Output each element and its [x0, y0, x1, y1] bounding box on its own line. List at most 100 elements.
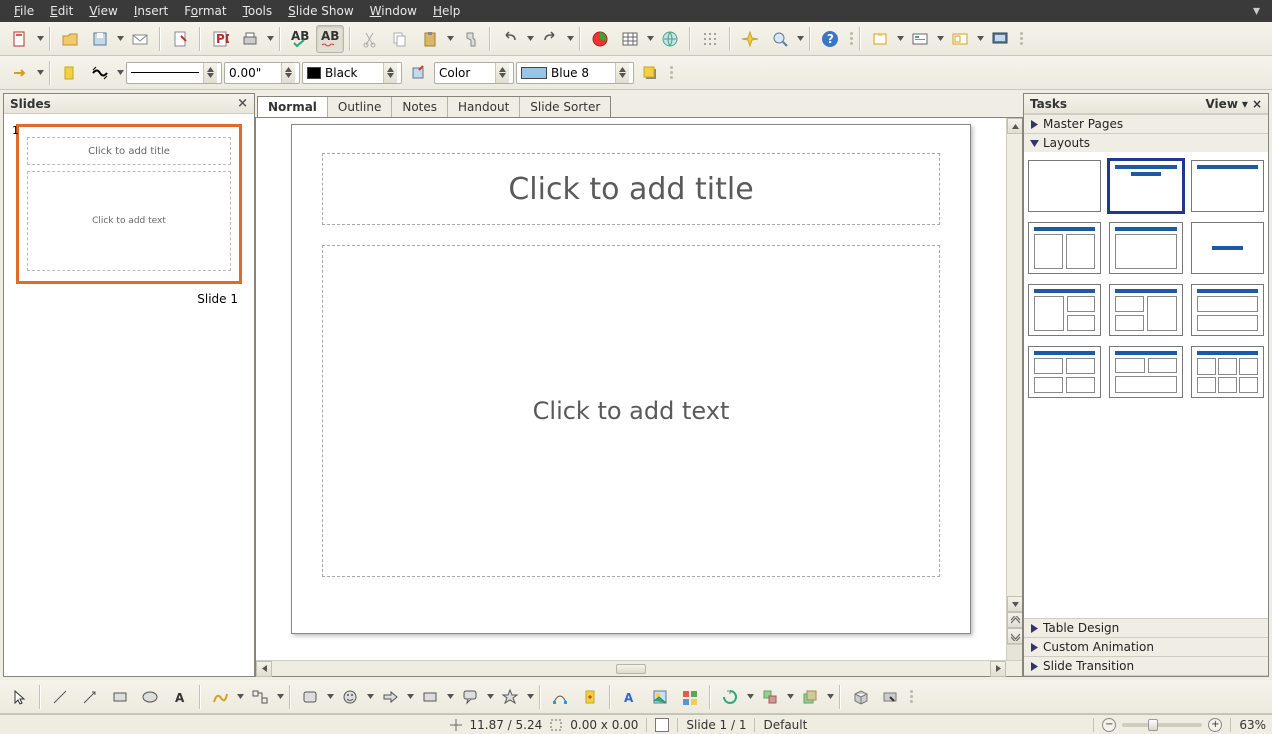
curve-dropdown[interactable]	[236, 694, 244, 699]
save-button[interactable]	[86, 25, 114, 53]
menu-tools[interactable]: Tools	[235, 1, 281, 21]
paste-button[interactable]	[416, 25, 444, 53]
slide-layout-button[interactable]	[946, 25, 974, 53]
layout-blank[interactable]	[1028, 160, 1101, 212]
zoom-button[interactable]	[766, 25, 794, 53]
autospellcheck-button[interactable]: ABC	[316, 25, 344, 53]
line-width-combo[interactable]: 0.00"	[224, 62, 300, 84]
undo-button[interactable]	[496, 25, 524, 53]
layout-2col-right2[interactable]	[1028, 284, 1101, 336]
flowchart-tool[interactable]	[416, 683, 444, 711]
tab-outline[interactable]: Outline	[328, 97, 392, 117]
arrow-line-tool[interactable]	[76, 683, 104, 711]
paste-dropdown[interactable]	[446, 36, 454, 41]
content-placeholder[interactable]: Click to add text	[322, 245, 940, 577]
new-dropdown[interactable]	[36, 36, 44, 41]
slide-design-dropdown[interactable]	[936, 36, 944, 41]
connector-tool[interactable]	[246, 683, 274, 711]
arrange-dropdown[interactable]	[826, 694, 834, 699]
export-pdf-button[interactable]: PDF	[206, 25, 234, 53]
section-slide-transition[interactable]: Slide Transition	[1024, 656, 1268, 676]
tasks-close-icon[interactable]: ×	[1252, 97, 1262, 111]
layout-2row[interactable]	[1191, 284, 1264, 336]
slides-close-icon[interactable]: ×	[237, 96, 248, 111]
flowchart-dropdown[interactable]	[446, 694, 454, 699]
help-button[interactable]: ?	[816, 25, 844, 53]
area-style-combo[interactable]: Color	[434, 62, 514, 84]
layout-title-content[interactable]	[1109, 160, 1182, 212]
symbol-shapes-tool[interactable]	[336, 683, 364, 711]
menu-insert[interactable]: Insert	[126, 1, 176, 21]
modified-icon[interactable]	[655, 718, 669, 732]
basic-shapes-dropdown[interactable]	[326, 694, 334, 699]
line-color-combo[interactable]: Black	[302, 62, 402, 84]
tasks-view-dropdown-icon[interactable]: ▾	[1242, 97, 1248, 111]
slide-design-button[interactable]	[906, 25, 934, 53]
toolbar-grip-3[interactable]	[668, 62, 674, 84]
layout-centered[interactable]	[1191, 222, 1264, 274]
extrusion-tool[interactable]	[846, 683, 874, 711]
tab-handout[interactable]: Handout	[448, 97, 520, 117]
menu-help[interactable]: Help	[425, 1, 468, 21]
copy-button[interactable]	[386, 25, 414, 53]
rotate-tool[interactable]	[716, 683, 744, 711]
callouts-tool[interactable]	[456, 683, 484, 711]
layout-4content[interactable]	[1028, 346, 1101, 398]
layout-6content[interactable]	[1191, 346, 1264, 398]
save-dropdown[interactable]	[116, 36, 124, 41]
slideshow-button[interactable]	[986, 25, 1014, 53]
line-style-button-2[interactable]	[86, 59, 114, 87]
block-arrows-tool[interactable]	[376, 683, 404, 711]
minimize-icon[interactable]: ▾	[1247, 3, 1266, 19]
stars-tool[interactable]	[496, 683, 524, 711]
hyperlink-button[interactable]	[656, 25, 684, 53]
open-button[interactable]	[56, 25, 84, 53]
print-dropdown[interactable]	[266, 36, 274, 41]
format-paintbrush-button[interactable]	[456, 25, 484, 53]
tab-notes[interactable]: Notes	[392, 97, 448, 117]
points-tool[interactable]	[546, 683, 574, 711]
menu-file[interactable]: File	[6, 1, 42, 21]
next-slide-icon[interactable]	[1007, 628, 1022, 644]
shadow-button[interactable]	[636, 59, 664, 87]
from-file-tool[interactable]	[646, 683, 674, 711]
layout-title-1content[interactable]	[1109, 222, 1182, 274]
chart-button[interactable]	[586, 25, 614, 53]
basic-shapes-tool[interactable]	[296, 683, 324, 711]
tasks-view-menu[interactable]: View	[1205, 97, 1237, 111]
select-tool[interactable]	[6, 683, 34, 711]
section-custom-animation[interactable]: Custom Animation	[1024, 637, 1268, 656]
slide-dropdown[interactable]	[896, 36, 904, 41]
arrange-tool[interactable]	[796, 683, 824, 711]
cut-button[interactable]	[356, 25, 384, 53]
line-style-dropdown[interactable]	[116, 70, 124, 75]
grid-button[interactable]	[696, 25, 724, 53]
glue-points-tool[interactable]	[576, 683, 604, 711]
rotate-dropdown[interactable]	[746, 694, 754, 699]
fontwork-tool[interactable]: A	[616, 683, 644, 711]
layout-top2-bottom1[interactable]	[1109, 346, 1182, 398]
navigator-button[interactable]	[736, 25, 764, 53]
redo-button[interactable]	[536, 25, 564, 53]
section-layouts[interactable]: Layouts	[1024, 133, 1268, 152]
section-master-pages[interactable]: Master Pages	[1024, 114, 1268, 133]
status-zoom[interactable]: 63%	[1239, 718, 1266, 732]
slide-button[interactable]	[866, 25, 894, 53]
layout-title-only[interactable]	[1191, 160, 1264, 212]
canvas[interactable]: Click to add title Click to add text	[256, 118, 1006, 660]
arrow-style-dropdown[interactable]	[36, 70, 44, 75]
zoom-dropdown[interactable]	[796, 36, 804, 41]
rectangle-tool[interactable]	[106, 683, 134, 711]
menu-edit[interactable]: Edit	[42, 1, 81, 21]
toolbar-grip-4[interactable]	[908, 686, 914, 708]
menu-view[interactable]: View	[81, 1, 125, 21]
menu-format[interactable]: Format	[176, 1, 234, 21]
tab-slidesorter[interactable]: Slide Sorter	[520, 97, 610, 117]
align-dropdown[interactable]	[786, 694, 794, 699]
ellipse-tool[interactable]	[136, 683, 164, 711]
undo-dropdown[interactable]	[526, 36, 534, 41]
print-button[interactable]	[236, 25, 264, 53]
zoom-out-icon[interactable]: −	[1102, 718, 1116, 732]
curve-tool[interactable]	[206, 683, 234, 711]
align-tool[interactable]	[756, 683, 784, 711]
